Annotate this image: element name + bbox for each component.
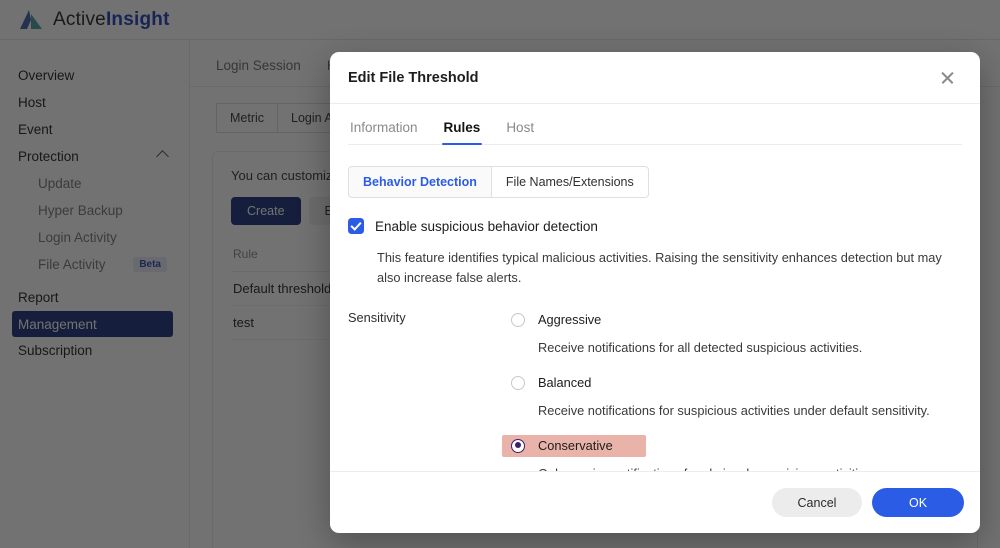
radio-conservative[interactable]: [511, 439, 525, 453]
sensitivity-section: Sensitivity Aggressive Receive notificat…: [348, 309, 962, 471]
dialog-body: Information Rules Host Behavior Detectio…: [330, 104, 980, 471]
enable-behavior-detection-row: Enable suspicious behavior detection: [348, 218, 962, 234]
cancel-button[interactable]: Cancel: [772, 488, 862, 517]
sensitivity-label: Sensitivity: [348, 309, 511, 471]
tab-rules[interactable]: Rules: [442, 120, 483, 144]
ok-button[interactable]: OK: [872, 488, 964, 517]
option-description: Receive notifications for suspicious act…: [538, 403, 962, 418]
option-balanced[interactable]: Balanced: [511, 372, 962, 394]
option-label: Conservative: [538, 438, 613, 453]
dialog-header: Edit File Threshold: [330, 52, 980, 104]
edit-file-threshold-dialog: Edit File Threshold Information Rules Ho…: [330, 52, 980, 533]
feature-description: This feature identifies typical maliciou…: [377, 248, 957, 288]
option-description: Receive notifications for all detected s…: [538, 340, 962, 355]
app-root: ActiveInsight Overview Host Event Protec…: [0, 0, 1000, 548]
close-icon[interactable]: [936, 66, 960, 90]
dialog-title: Edit File Threshold: [348, 70, 479, 86]
dialog-tabs: Information Rules Host: [348, 104, 962, 145]
option-label: Aggressive: [538, 312, 601, 327]
tab-information[interactable]: Information: [348, 120, 420, 144]
tab-host[interactable]: Host: [504, 120, 536, 144]
option-conservative[interactable]: Conservative: [502, 435, 646, 457]
dialog-footer: Cancel OK: [330, 471, 980, 533]
option-aggressive[interactable]: Aggressive: [511, 309, 962, 331]
subtab-file-names-extensions[interactable]: File Names/Extensions: [492, 166, 649, 198]
subtab-behavior-detection[interactable]: Behavior Detection: [348, 166, 492, 198]
rules-subtabs: Behavior Detection File Names/Extensions: [348, 166, 962, 198]
radio-balanced[interactable]: [511, 376, 525, 390]
option-label: Balanced: [538, 375, 591, 390]
enable-behavior-detection-checkbox[interactable]: [348, 218, 364, 234]
sensitivity-options: Aggressive Receive notifications for all…: [511, 309, 962, 471]
enable-behavior-detection-label: Enable suspicious behavior detection: [375, 219, 598, 234]
radio-aggressive[interactable]: [511, 313, 525, 327]
